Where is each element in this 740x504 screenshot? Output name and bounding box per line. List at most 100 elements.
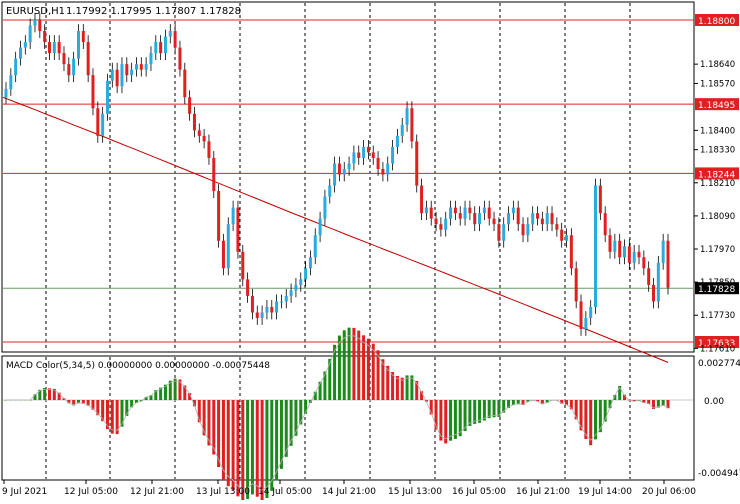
candle-body [555, 224, 559, 230]
candle-body [444, 218, 448, 230]
candle-body [226, 224, 230, 269]
candle-body [603, 213, 607, 236]
candle-body [623, 246, 627, 258]
price-tick-label: 1.18090 [700, 212, 735, 222]
chart-canvas[interactable]: 1.188001.184951.182441.176331.17828 1.18… [0, 0, 740, 502]
candle-body [246, 279, 250, 296]
candle-body [420, 185, 424, 214]
time-label: 9 Jul 2021 [2, 487, 47, 497]
candle-body [72, 58, 76, 76]
time-axis: 9 Jul 2021 12 Jul 05:00 12 Jul 21:00 13 Jul… [2, 480, 696, 497]
macd-bottom-value: -0.0049470 [698, 469, 740, 479]
candle-body [666, 240, 670, 288]
candle-body [144, 64, 148, 70]
macd-top-value: 0.0027741 [698, 359, 740, 369]
macd-bar [352, 327, 356, 400]
candle-body [125, 64, 129, 76]
candle-body [115, 69, 119, 87]
candle-body [265, 306, 269, 313]
candle-body [299, 279, 303, 285]
time-label: 20 Jul 06:00 [642, 487, 696, 497]
candle-body [9, 75, 13, 89]
candle-body [294, 284, 298, 291]
candle-body [284, 295, 288, 302]
candle-body [183, 69, 187, 98]
candle-body [598, 185, 602, 214]
price-level-label: 1.18495 [698, 101, 735, 111]
macd-label: MACD Color(5,34,5) 0.00000000 0.00000000… [6, 361, 270, 371]
candle-body [231, 207, 235, 225]
trading-chart[interactable]: 1.18800 1.18495 1.18244 1.17633 1.17828 1.18… [0, 0, 740, 502]
candle-body [574, 268, 578, 302]
macd-bar [473, 400, 477, 424]
macd-bar [260, 400, 264, 502]
macd-bar [120, 400, 124, 427]
candle-body [473, 213, 477, 225]
candle-body [492, 218, 496, 225]
candle-body [130, 69, 134, 76]
symbol-label: EURUSD,H1 [6, 6, 65, 17]
candle-body [289, 290, 293, 296]
candle-body [192, 113, 196, 131]
macd-bar [347, 327, 351, 400]
candle-body [545, 213, 549, 225]
price-level-label: 1.18800 [698, 17, 735, 27]
candle-body [304, 268, 308, 280]
candle-body [579, 301, 583, 330]
macd-bar [362, 335, 366, 400]
candle-body [627, 246, 631, 263]
candle-body [608, 235, 612, 252]
candle-body [28, 25, 32, 43]
macd-bar [453, 400, 457, 439]
candle-body [589, 306, 593, 318]
macd-bar [400, 377, 404, 400]
macd-bar [173, 378, 177, 400]
candle-body [482, 207, 486, 214]
candle-body [395, 135, 399, 147]
candle-body [516, 207, 520, 225]
candle-body [110, 69, 114, 81]
candle-body [328, 185, 332, 197]
candle-body [101, 113, 105, 136]
candle-body [207, 141, 211, 158]
macd-bar [226, 400, 230, 487]
candle-body [52, 42, 56, 54]
time-label: 16 Jul 05:00 [452, 487, 506, 497]
candle-body [463, 207, 467, 219]
candle-body [511, 207, 515, 214]
time-label: 12 Jul 05:00 [64, 487, 118, 497]
candle-body [337, 163, 341, 175]
candle-body [67, 64, 71, 76]
candle-body [478, 213, 482, 225]
candle-body [540, 218, 544, 225]
candle-body [536, 213, 540, 219]
candle-body [241, 251, 245, 280]
candle-body [221, 240, 225, 269]
candle-body [565, 235, 569, 241]
macd-bar [468, 400, 472, 426]
candle-body [38, 20, 42, 32]
candle-body [173, 31, 177, 48]
candle-body [531, 213, 535, 225]
candle-body [318, 218, 322, 236]
candle-body [434, 218, 438, 225]
candle-body [62, 53, 66, 65]
candle-body [57, 42, 61, 54]
candle-body [159, 42, 163, 54]
candle-body [366, 146, 370, 153]
candle-body [458, 213, 462, 219]
time-label: 13 Jul 13:00 [196, 487, 250, 497]
candle-body [429, 207, 433, 219]
candle-body [139, 64, 143, 70]
candle-body [405, 108, 409, 125]
candle-body [342, 168, 346, 175]
macd-zero-value: 0.00 [704, 397, 724, 407]
candle-body [449, 207, 453, 219]
ohlc-values: 1.17992 1.17995 1.17807 1.17828 [66, 6, 241, 17]
candle-body [468, 207, 472, 214]
candle-body [439, 224, 443, 230]
macd-bar [241, 400, 245, 501]
candle-body [313, 235, 317, 258]
candle-body [550, 213, 554, 225]
price-tick-label: 1.18330 [700, 146, 735, 156]
